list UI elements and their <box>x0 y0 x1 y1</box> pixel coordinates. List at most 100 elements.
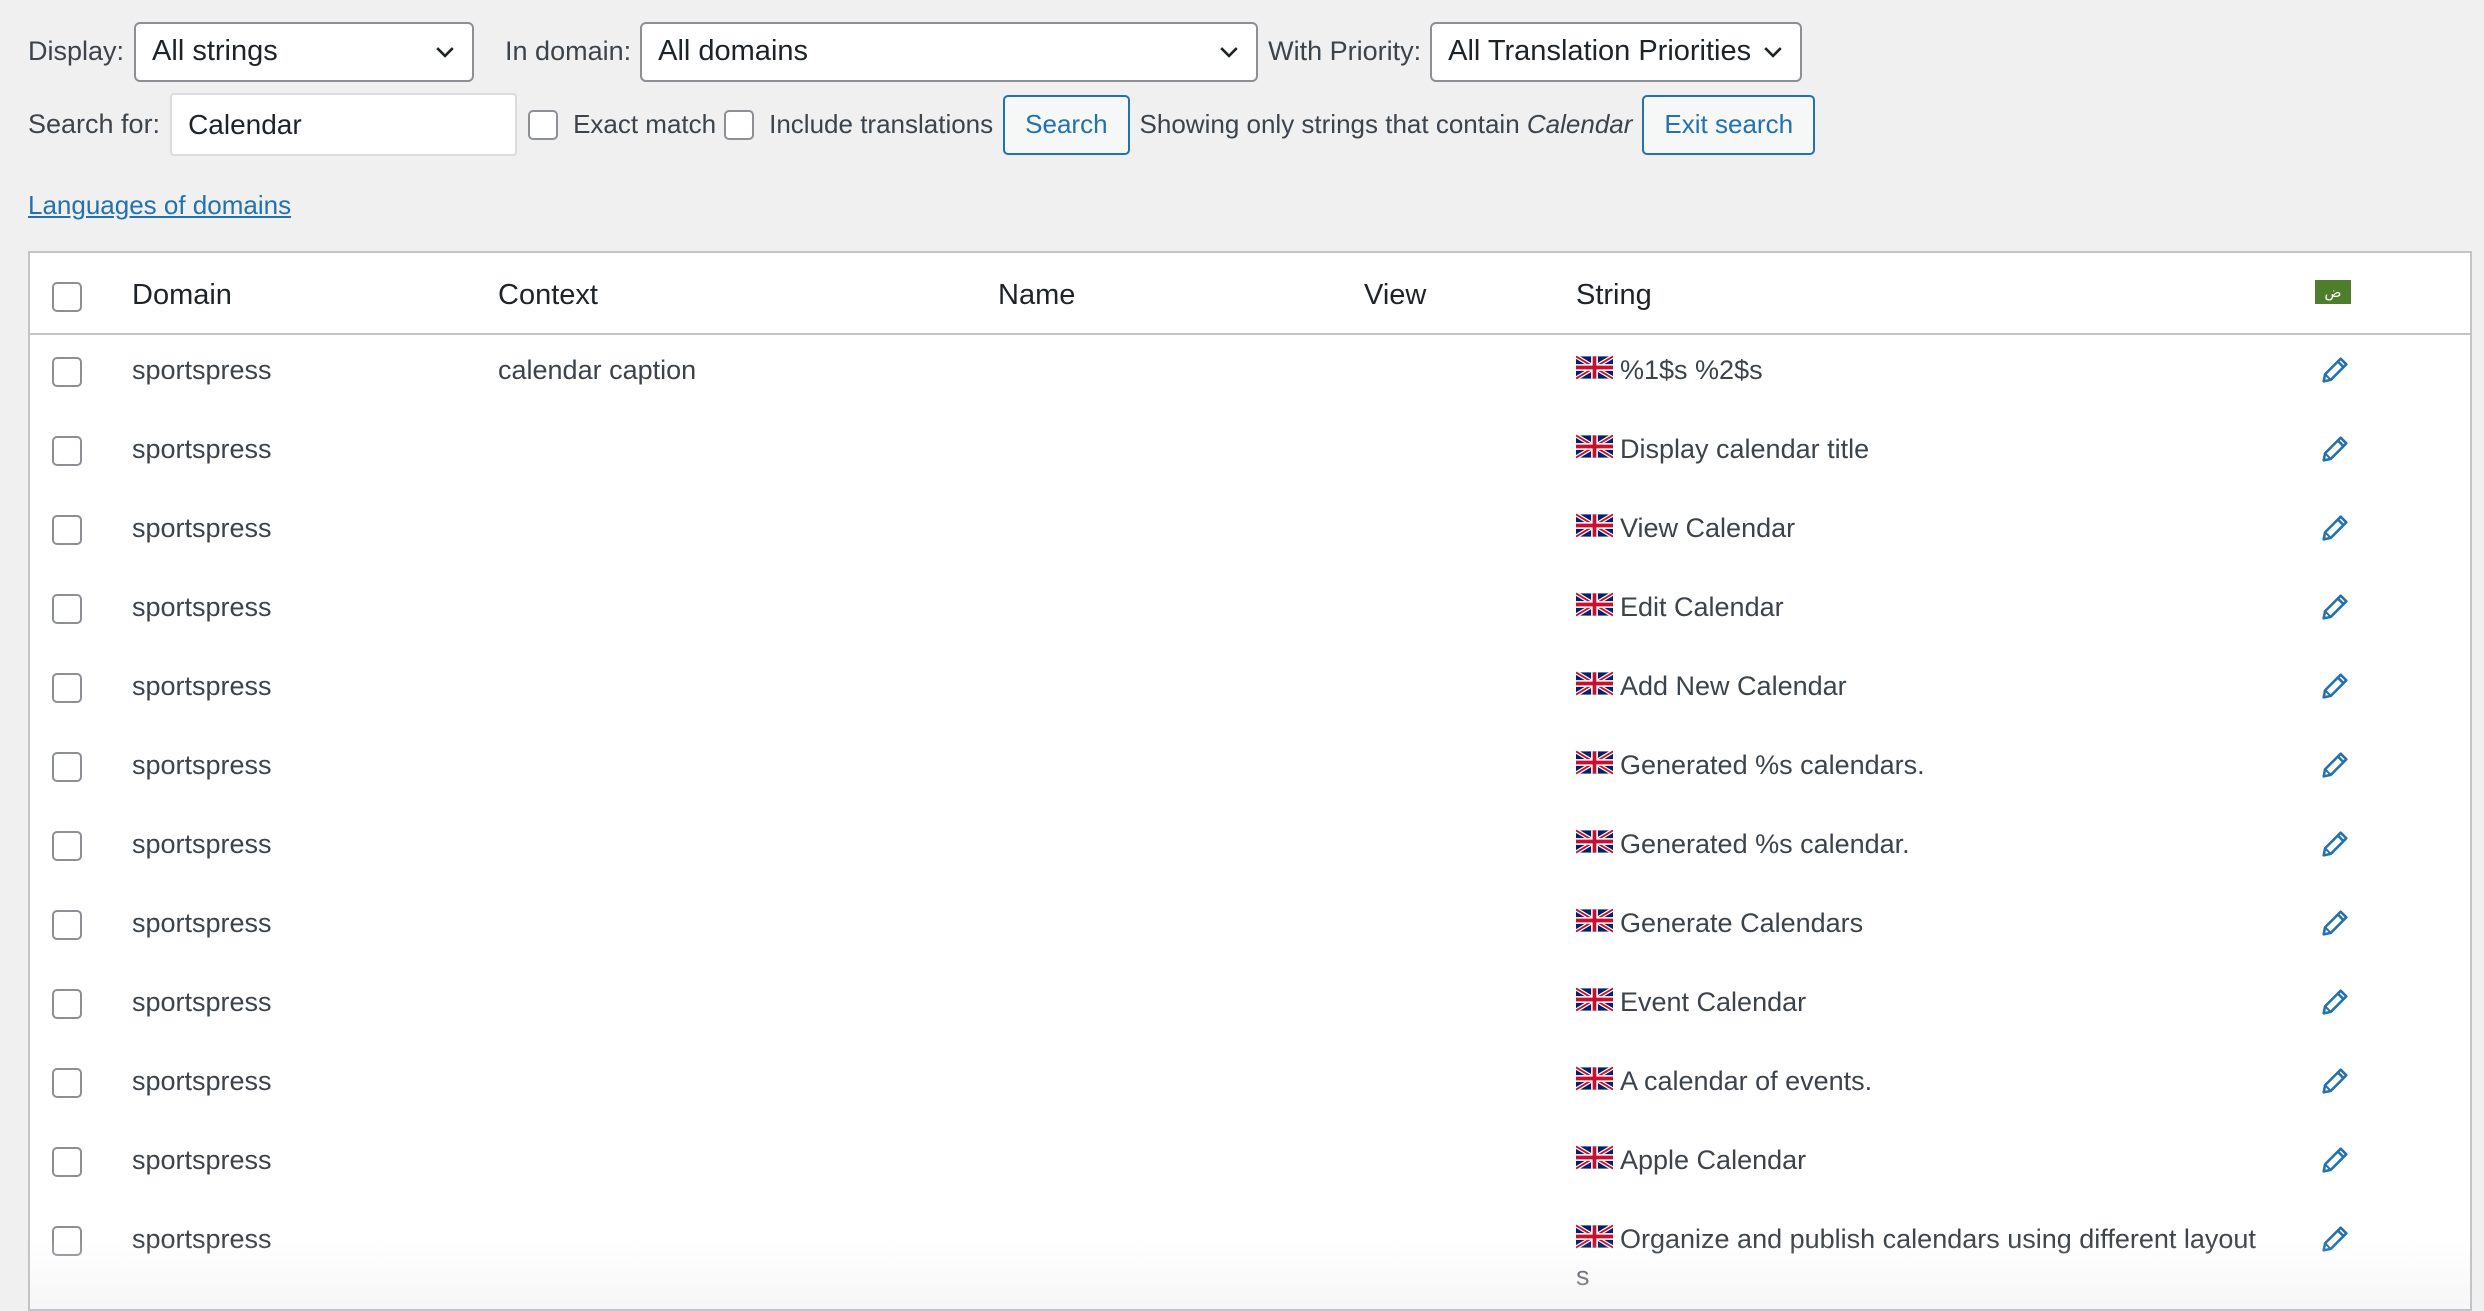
column-header-context[interactable]: Context <box>498 279 598 312</box>
search-bar: Search for: Calendar Exact match Include… <box>28 93 1816 156</box>
search-status-text: Showing only strings that contain <box>1139 109 1520 139</box>
row-domain: sportspress <box>132 1066 272 1096</box>
column-header-name[interactable]: Name <box>998 279 1075 312</box>
table-row: sportspress calendar caption %1$s %2$s <box>30 333 2470 412</box>
row-checkbox[interactable] <box>52 436 82 466</box>
display-label: Display: <box>28 36 125 66</box>
row-string: Generate Calendars <box>1620 908 1864 938</box>
uk-flag-icon <box>1576 671 1613 696</box>
pencil-edit-icon[interactable] <box>2318 748 2352 782</box>
row-domain: sportspress <box>132 513 272 543</box>
row-string-cell: Display calendar title <box>1576 434 1869 465</box>
row-string: Edit Calendar <box>1620 592 1784 622</box>
search-button[interactable]: Search <box>1003 94 1130 155</box>
pencil-edit-icon[interactable] <box>2318 985 2352 1019</box>
row-checkbox[interactable] <box>52 989 82 1019</box>
uk-flag-icon <box>1576 750 1613 775</box>
table-row: sportspress Display calendar title <box>30 412 2470 491</box>
pencil-edit-icon[interactable] <box>2318 669 2352 703</box>
pencil-edit-icon[interactable] <box>2318 590 2352 624</box>
search-input-value: Calendar <box>188 108 302 140</box>
search-status-term: Calendar <box>1526 109 1633 139</box>
row-string-cell: Add New Calendar <box>1576 671 1847 702</box>
table-row: sportspress A calendar of events. <box>30 1044 2470 1123</box>
table-row: sportspress Edit Calendar <box>30 570 2470 649</box>
pencil-edit-icon[interactable] <box>2318 432 2352 466</box>
uk-flag-icon <box>1576 908 1613 933</box>
pencil-edit-icon[interactable] <box>2318 827 2352 861</box>
chevron-down-icon <box>1764 46 1782 58</box>
chevron-down-icon <box>1220 46 1238 58</box>
pencil-edit-icon[interactable] <box>2318 1143 2352 1177</box>
table-row: sportspress Add New Calendar <box>30 649 2470 728</box>
uk-flag-icon <box>1576 592 1613 617</box>
row-domain: sportspress <box>132 908 272 938</box>
pencil-edit-icon[interactable] <box>2318 906 2352 940</box>
row-string: %1$s %2$s <box>1620 355 1763 385</box>
select-all-checkbox[interactable] <box>52 282 82 312</box>
domain-label: In domain: <box>505 36 632 66</box>
include-translations-checkbox[interactable] <box>724 109 755 140</box>
strings-table: Domain Context Name View String ض sports… <box>28 251 2472 1311</box>
uk-flag-icon <box>1576 513 1613 538</box>
uk-flag-icon <box>1576 355 1613 380</box>
row-checkbox[interactable] <box>52 357 82 387</box>
chevron-down-icon <box>436 46 454 58</box>
row-string-cell: Generated %s calendar. <box>1576 829 1910 860</box>
uk-flag-icon <box>1576 434 1613 459</box>
uk-flag-icon <box>1576 987 1613 1012</box>
row-checkbox[interactable] <box>52 515 82 545</box>
row-context: calendar caption <box>498 355 697 385</box>
language-flag-icon: ض <box>2315 280 2351 304</box>
column-header-string[interactable]: String <box>1576 279 1652 312</box>
row-domain: sportspress <box>132 1145 272 1175</box>
row-string: Display calendar title <box>1620 434 1870 464</box>
priority-select[interactable]: All Translation Priorities <box>1430 21 1803 82</box>
row-checkbox[interactable] <box>52 1147 82 1177</box>
pencil-edit-icon[interactable] <box>2318 511 2352 545</box>
domain-select[interactable]: All domains <box>640 21 1259 82</box>
table-header: Domain Context Name View String ض <box>30 253 2470 335</box>
row-string: Generated %s calendars. <box>1620 750 1925 780</box>
row-string-cell: Generated %s calendars. <box>1576 750 1925 781</box>
uk-flag-icon <box>1576 1066 1613 1091</box>
row-checkbox[interactable] <box>52 752 82 782</box>
pencil-edit-icon[interactable] <box>2318 353 2352 387</box>
row-domain: sportspress <box>132 355 272 385</box>
display-select[interactable]: All strings <box>134 21 475 82</box>
row-string: Apple Calendar <box>1620 1145 1807 1175</box>
pencil-edit-icon[interactable] <box>2318 1222 2352 1256</box>
row-string: Organize and publish calendars using dif… <box>1620 1224 2256 1254</box>
row-checkbox[interactable] <box>52 1068 82 1098</box>
exit-search-button[interactable]: Exit search <box>1642 94 1816 155</box>
row-checkbox[interactable] <box>52 910 82 940</box>
row-domain: sportspress <box>132 1224 272 1254</box>
row-string: Event Calendar <box>1620 987 1807 1017</box>
row-checkbox[interactable] <box>52 831 82 861</box>
row-string-cell: Edit Calendar <box>1576 592 1784 623</box>
search-status: Showing only strings that contain Calend… <box>1140 109 1633 140</box>
row-domain: sportspress <box>132 592 272 622</box>
row-domain: sportspress <box>132 750 272 780</box>
exact-match-checkbox[interactable] <box>528 109 559 140</box>
table-row: sportspress View Calendar <box>30 491 2470 570</box>
column-header-view[interactable]: View <box>1364 279 1426 312</box>
row-string: View Calendar <box>1620 513 1796 543</box>
row-checkbox[interactable] <box>52 594 82 624</box>
row-string-cell: Generate Calendars <box>1576 908 1863 939</box>
row-string-cell: Event Calendar <box>1576 987 1806 1018</box>
row-checkbox[interactable] <box>52 1226 82 1256</box>
row-string-cell: Organize and publish calendars using dif… <box>1576 1224 2256 1292</box>
column-header-domain[interactable]: Domain <box>132 279 232 312</box>
row-domain: sportspress <box>132 987 272 1017</box>
pencil-edit-icon[interactable] <box>2318 1064 2352 1098</box>
domain-select-value: All domains <box>658 35 809 67</box>
uk-flag-icon <box>1576 1224 1613 1249</box>
languages-of-domains-link[interactable]: Languages of domains <box>28 190 291 221</box>
row-checkbox[interactable] <box>52 673 82 703</box>
row-string: A calendar of events. <box>1620 1066 1873 1096</box>
search-input[interactable]: Calendar <box>170 93 518 156</box>
row-domain: sportspress <box>132 434 272 464</box>
table-row: sportspress Event Calendar <box>30 965 2470 1044</box>
search-label: Search for: <box>28 109 161 139</box>
